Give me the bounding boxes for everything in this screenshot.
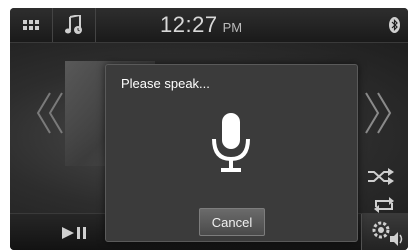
- source-button[interactable]: [53, 8, 96, 42]
- microphone-icon: [212, 113, 250, 172]
- audio-settings-icon: [372, 221, 403, 246]
- grid-menu-icon: [23, 20, 39, 30]
- play-pause-icon[interactable]: [60, 224, 90, 242]
- bluetooth-icon: [389, 17, 400, 33]
- voice-recognition-dialog: Please speak... Cancel: [105, 64, 358, 242]
- audio-settings-button[interactable]: [361, 214, 408, 250]
- menu-button[interactable]: [10, 8, 53, 42]
- chevron-right-icon[interactable]: [362, 91, 392, 135]
- repeat-icon[interactable]: [372, 197, 396, 213]
- shuffle-icon[interactable]: [368, 167, 394, 185]
- chevron-left-icon[interactable]: [36, 91, 66, 135]
- cancel-button[interactable]: Cancel: [199, 208, 265, 236]
- head-unit-screen: 12:27 PM Please speak... Cancel: [10, 8, 408, 250]
- clock-time: 12:27: [160, 12, 218, 37]
- status-bar: 12:27 PM: [10, 8, 408, 43]
- dialog-title: Please speak...: [121, 76, 210, 91]
- music-note-icon: [65, 15, 82, 34]
- clock-ampm: PM: [222, 20, 243, 35]
- clock: 12:27 PM: [160, 12, 242, 40]
